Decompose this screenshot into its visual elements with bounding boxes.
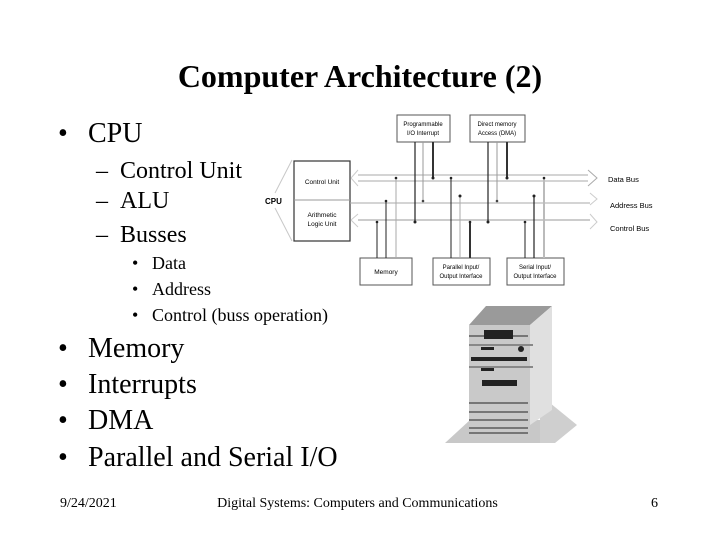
dma-box xyxy=(469,114,526,143)
alu-label-2: Logic Unit xyxy=(308,221,337,228)
footer-title: Digital Systems: Computers and Communica… xyxy=(217,496,498,511)
serial-io-box xyxy=(506,257,565,286)
control-bus-arrow-right xyxy=(589,213,598,230)
parallel-label-1: Parallel Input/ xyxy=(443,265,480,271)
computer-tower-illustration xyxy=(445,306,577,443)
alu-label-1: Arithmetic xyxy=(308,212,338,219)
dma-label-1: Direct memory xyxy=(477,122,516,128)
cpu-box xyxy=(293,160,351,242)
tower-divider xyxy=(469,366,533,368)
memory-label: Memory xyxy=(374,269,398,276)
parallel-io-box xyxy=(432,257,491,286)
page-number: 6 xyxy=(651,496,658,511)
dma-label-2: Access (DMA) xyxy=(478,131,516,137)
cpu-brace xyxy=(274,159,293,194)
drive-slot xyxy=(471,357,527,361)
control-bus-arrow-left xyxy=(350,213,359,228)
power-button-icon xyxy=(518,346,524,352)
drive-bay xyxy=(482,380,517,386)
address-bus-label: Address Bus xyxy=(610,201,653,210)
data-bus-arrow-right xyxy=(587,169,598,187)
cpu-label: CPU xyxy=(265,197,282,206)
control-unit-label: Control Unit xyxy=(305,179,340,186)
address-bus-arrow xyxy=(589,192,598,206)
pic-box xyxy=(396,114,451,143)
data-bus-label: Data Bus xyxy=(608,175,639,184)
tower-side xyxy=(530,306,552,425)
address-bus xyxy=(350,192,598,206)
drive-bay xyxy=(484,330,513,339)
pic-label-1: Programmable xyxy=(403,122,443,128)
cpu-brace xyxy=(274,207,293,242)
tower-slot xyxy=(481,347,494,350)
architecture-diagram: CPU Control Unit Arithmetic Logic Unit D… xyxy=(265,114,653,286)
control-bus-label: Control Bus xyxy=(610,224,649,233)
tower-slot xyxy=(481,368,494,371)
tower-divider xyxy=(469,344,533,346)
data-bus-arrow-left xyxy=(350,169,359,187)
data-bus xyxy=(350,169,598,187)
control-bus xyxy=(350,213,598,230)
serial-label-2: Output Interface xyxy=(513,274,557,280)
pic-label-2: I/O Interrupt xyxy=(407,131,439,137)
serial-label-1: Serial Input/ xyxy=(519,265,551,271)
parallel-label-2: Output Interface xyxy=(439,274,483,280)
